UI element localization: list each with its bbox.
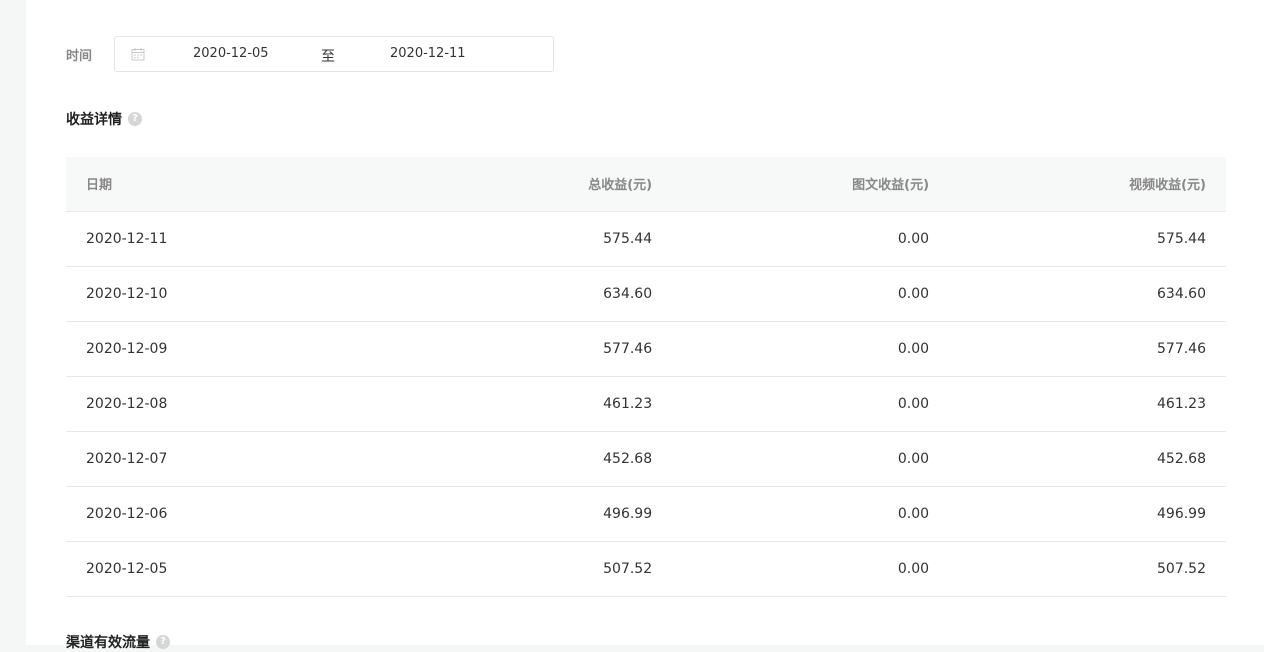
cell-total: 496.99 [426,486,673,542]
cell-video: 461.23 [949,376,1226,432]
earnings-table: 日期 总收益(元) 图文收益(元) 视频收益(元) 2020-12-11 575… [66,157,1226,597]
cell-total: 461.23 [426,376,673,432]
column-header-article: 图文收益(元) [672,157,950,212]
cell-date: 2020-12-07 [66,431,426,487]
start-date-input[interactable]: 2020-12-05 [193,46,269,61]
cell-total: 452.68 [426,431,673,487]
calendar-icon [131,48,145,61]
cell-date: 2020-12-10 [66,266,426,322]
cell-total: 634.60 [426,266,673,322]
table-row: 2020-12-11 575.44 0.00 575.44 [66,211,1226,267]
cell-article: 0.00 [672,376,950,432]
table-header-row: 日期 总收益(元) 图文收益(元) 视频收益(元) [66,157,1226,212]
cell-article: 0.00 [672,431,950,487]
cell-video: 577.46 [949,321,1226,377]
cell-video: 575.44 [949,211,1226,267]
cell-article: 0.00 [672,321,950,377]
cell-total: 577.46 [426,321,673,377]
table-row: 2020-12-05 507.52 0.00 507.52 [66,541,1226,597]
table-row: 2020-12-10 634.60 0.00 634.60 [66,266,1226,322]
cell-total: 575.44 [426,211,673,267]
column-header-date: 日期 [66,157,426,212]
cell-article: 0.00 [672,266,950,322]
cell-date: 2020-12-08 [66,376,426,432]
cell-video: 634.60 [949,266,1226,322]
cell-article: 0.00 [672,486,950,542]
cell-date: 2020-12-11 [66,211,426,267]
channel-title-text: 渠道有效流量 [66,635,150,651]
cell-video: 507.52 [949,541,1226,597]
table-row: 2020-12-09 577.46 0.00 577.46 [66,321,1226,377]
range-separator: 至 [321,49,335,65]
table-row: 2020-12-06 496.99 0.00 496.99 [66,486,1226,542]
earnings-section-title: 收益详情 ? [66,109,142,129]
cell-date: 2020-12-05 [66,541,426,597]
cell-video: 496.99 [949,486,1226,542]
earnings-title-text: 收益详情 [66,112,122,128]
help-icon[interactable]: ? [128,112,142,126]
table-row: 2020-12-08 461.23 0.00 461.23 [66,376,1226,432]
cell-article: 0.00 [672,541,950,597]
end-date-input[interactable]: 2020-12-11 [390,46,466,61]
channel-section-title: 渠道有效流量 ? [66,632,170,652]
time-label: 时间 [66,48,93,64]
column-header-total: 总收益(元) [426,157,673,212]
cell-article: 0.00 [672,211,950,267]
main-content: 时间 2020-12-05 至 2020-12-11 收益详情 ? 日期 总收益… [26,0,1264,651]
date-range-picker[interactable]: 2020-12-05 至 2020-12-11 [114,36,554,72]
cell-total: 507.52 [426,541,673,597]
cell-video: 452.68 [949,431,1226,487]
sidebar-strip [0,0,26,645]
cell-date: 2020-12-09 [66,321,426,377]
help-icon[interactable]: ? [156,635,170,649]
table-row: 2020-12-07 452.68 0.00 452.68 [66,431,1226,487]
time-filter: 时间 2020-12-05 至 2020-12-11 [66,36,554,72]
cell-date: 2020-12-06 [66,486,426,542]
column-header-video: 视频收益(元) [949,157,1226,212]
